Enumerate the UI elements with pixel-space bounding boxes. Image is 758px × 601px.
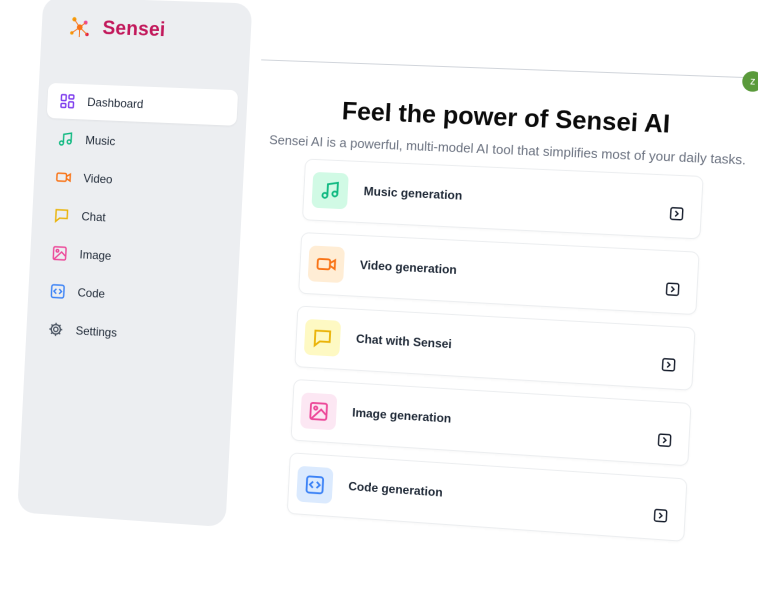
- tool-cards: Music generation Video generation Chat w…: [286, 158, 704, 555]
- gear-icon: [47, 320, 65, 339]
- grid-icon: [58, 92, 76, 110]
- chevron-right-square-icon: [657, 433, 672, 448]
- sidebar-nav: Dashboard Music Video Chat Image Code Se…: [35, 82, 239, 360]
- sidebar-item-settings[interactable]: Settings: [35, 311, 226, 357]
- image-icon: [300, 392, 338, 431]
- chat-icon: [303, 318, 342, 357]
- image-icon: [51, 244, 69, 262]
- card-label: Music generation: [363, 184, 463, 203]
- video-icon: [307, 245, 345, 284]
- music-icon: [311, 171, 349, 210]
- code-generation-card[interactable]: Code generation: [286, 452, 688, 542]
- user-avatar[interactable]: z: [741, 70, 758, 93]
- music-icon: [57, 130, 75, 148]
- code-icon: [296, 465, 334, 504]
- brand-name: Sensei: [102, 16, 166, 41]
- sidebar-item-video[interactable]: Video: [43, 159, 234, 203]
- chat-icon: [53, 206, 71, 224]
- code-icon: [49, 282, 67, 300]
- card-label: Video generation: [359, 257, 458, 277]
- chevron-right-square-icon: [665, 282, 680, 297]
- sidebar-item-label: Image: [79, 247, 112, 263]
- chat-card[interactable]: Chat with Sensei: [294, 305, 696, 391]
- music-generation-card[interactable]: Music generation: [301, 158, 704, 240]
- video-generation-card[interactable]: Video generation: [298, 232, 700, 316]
- sidebar-item-label: Music: [85, 133, 116, 149]
- header-divider: [261, 59, 758, 79]
- sidebar-item-label: Settings: [75, 323, 118, 340]
- sensei-logo-icon: [66, 17, 94, 41]
- sidebar-item-label: Dashboard: [86, 95, 144, 112]
- chevron-right-square-icon: [653, 508, 668, 523]
- app-screen: Sensei Dashboard Music Video Chat Image …: [0, 0, 758, 601]
- card-label: Chat with Sensei: [355, 331, 453, 352]
- image-generation-card[interactable]: Image generation: [290, 378, 692, 467]
- chevron-right-square-icon: [669, 206, 684, 221]
- video-icon: [55, 168, 73, 186]
- card-label: Code generation: [348, 479, 444, 500]
- sidebar-item-label: Video: [83, 171, 113, 187]
- sidebar-item-dashboard[interactable]: Dashboard: [46, 82, 239, 126]
- chevron-right-square-icon: [661, 357, 676, 372]
- sidebar-item-label: Code: [77, 285, 106, 301]
- card-label: Image generation: [351, 405, 452, 426]
- sidebar: Sensei Dashboard Music Video Chat Image …: [17, 0, 253, 528]
- sidebar-item-music[interactable]: Music: [45, 121, 236, 165]
- sidebar-item-image[interactable]: Image: [39, 235, 230, 280]
- sidebar-item-label: Chat: [81, 209, 106, 225]
- brand[interactable]: Sensei: [66, 13, 166, 44]
- sidebar-item-chat[interactable]: Chat: [41, 197, 232, 242]
